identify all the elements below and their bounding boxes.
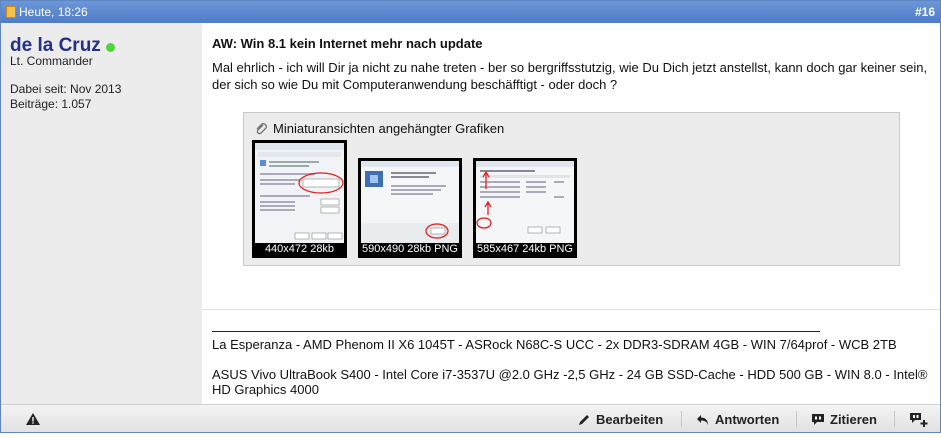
- quote-button-label: Zitieren: [830, 412, 877, 427]
- post-number-link[interactable]: #16: [915, 5, 935, 19]
- online-status-icon: [105, 43, 115, 52]
- reply-button[interactable]: Antworten: [696, 412, 779, 427]
- signature-rule: [212, 331, 820, 332]
- dialog-screenshot-illustration: [255, 143, 344, 243]
- edit-button-label: Bearbeiten: [596, 412, 664, 427]
- post-content: AW: Win 8.1 kein Internet mehr nach upda…: [202, 23, 940, 404]
- paperclip-icon: [256, 122, 267, 134]
- thumbnail-caption-3: 585x467 24kb PNG: [476, 243, 573, 255]
- attachments-box: Miniaturansichten angehängter Grafiken 4…: [243, 112, 900, 266]
- quote-bubble-icon: [812, 413, 824, 425]
- pencil-icon: [579, 414, 589, 425]
- attachment-thumbnail-1[interactable]: 440x472 28kb: [252, 140, 347, 258]
- post-footer: Bearbeiten Antworten Zitieren: [1, 404, 940, 432]
- user-title: Lt. Commander: [10, 54, 93, 68]
- reply-button-label: Antworten: [715, 412, 780, 427]
- thumbnail-image-2: [361, 161, 459, 243]
- post-message: Mal ehrlich - ich will Dir ja nicht zu n…: [212, 60, 928, 92]
- attachment-thumbnail-2[interactable]: 590x490 28kb PNG: [358, 158, 462, 258]
- signature-line-1: La Esperanza - AMD Phenom II X6 1045T - …: [212, 337, 897, 352]
- thumbnail-caption-1: 440x472 28kb: [264, 243, 335, 255]
- attachments-heading: Miniaturansichten angehängter Grafiken: [254, 121, 504, 136]
- edit-button[interactable]: Bearbeiten: [577, 412, 663, 427]
- post-header: Heute, 18:26 #16: [1, 1, 940, 23]
- document-icon: [6, 6, 16, 18]
- signature-line-2: ASUS Vivo UltraBook S400 - Intel Core i7…: [212, 367, 928, 397]
- thumbnail-image-3: [476, 161, 574, 243]
- signature-divider: [202, 309, 940, 310]
- attachments-heading-text: Miniaturansichten angehängter Grafiken: [273, 121, 505, 136]
- multiquote-button[interactable]: [909, 412, 929, 428]
- user-sidebar: de la Cruz Lt. Commander Dabei seit: Nov…: [1, 23, 202, 404]
- thumbnail-caption-2: 590x490 28kb PNG: [361, 243, 458, 255]
- footer-separator: [681, 411, 682, 427]
- multiquote-plus-icon: [910, 413, 928, 427]
- post-date-text: Heute, 18:26: [19, 5, 88, 19]
- forum-post: Heute, 18:26 #16 de la Cruz Lt. Commande…: [0, 0, 941, 433]
- thumbnail-image-1: [255, 143, 344, 243]
- attachment-thumbnail-3[interactable]: 585x467 24kb PNG: [473, 158, 577, 258]
- footer-separator: [894, 411, 895, 427]
- post-title: AW: Win 8.1 kein Internet mehr nach upda…: [212, 36, 483, 51]
- warning-icon[interactable]: [26, 413, 40, 425]
- dialog-screenshot-illustration: [476, 161, 574, 243]
- quote-button[interactable]: Zitieren: [811, 412, 877, 427]
- footer-separator: [796, 411, 797, 427]
- dialog-screenshot-illustration: [361, 161, 459, 243]
- post-date: Heute, 18:26: [6, 5, 88, 19]
- user-post-count: Beiträge: 1.057: [10, 97, 92, 111]
- user-joined: Dabei seit: Nov 2013: [10, 82, 122, 96]
- reply-arrow-icon: [697, 414, 708, 425]
